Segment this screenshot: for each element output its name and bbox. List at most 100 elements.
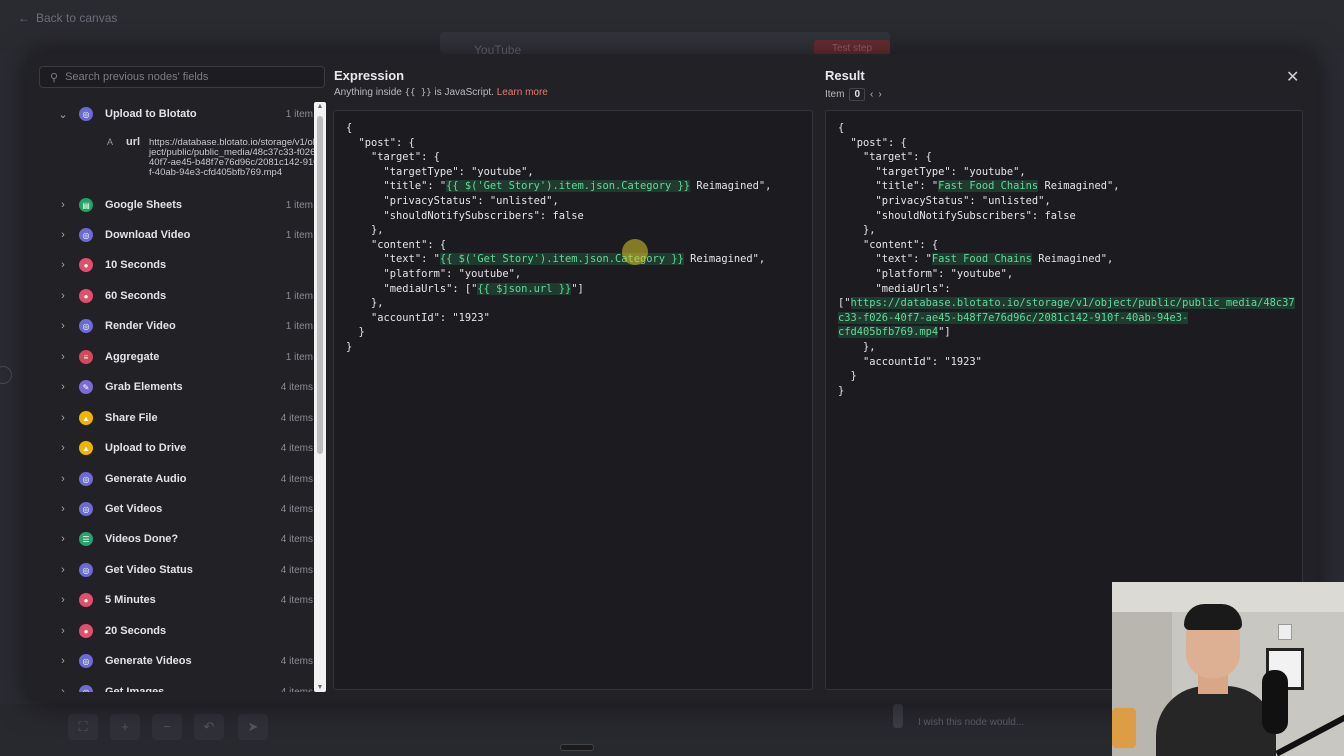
code-line: } — [346, 326, 365, 338]
chevron-right-icon[interactable]: › — [52, 594, 74, 606]
chevron-right-icon[interactable]: › — [52, 473, 74, 485]
search-input[interactable]: Search previous nodes' fields — [65, 71, 208, 83]
node-item-videos-done[interactable]: › ☰ Videos Done? 4 items — [39, 527, 315, 551]
node-name: Get Video Status — [105, 564, 193, 576]
chevron-right-icon[interactable]: › — [52, 625, 74, 637]
chevron-right-icon[interactable]: › — [52, 655, 74, 667]
chevron-right-icon[interactable]: › — [878, 89, 881, 100]
chevron-right-icon[interactable]: › — [52, 351, 74, 363]
node-item-10-seconds[interactable]: › ● 10 Seconds — [39, 253, 315, 277]
code-text: "accountId": "1923" — [346, 311, 490, 324]
chevron-right-icon[interactable]: › — [52, 381, 74, 393]
javascript-hint: Anything inside {{ }} is JavaScript. Lea… — [334, 87, 548, 98]
expression-token: cfd405bfb769.mp4 — [838, 326, 939, 339]
node-item-count: 4 items — [280, 533, 313, 545]
code-text: "shouldNotifySubscribers": false — [838, 209, 1076, 222]
chevron-right-icon[interactable]: › — [52, 290, 74, 302]
feedback-input[interactable]: I wish this node would... — [918, 717, 1024, 728]
code-text: "accountId": "1923" — [838, 355, 982, 368]
item-index-input[interactable]: 0 — [849, 88, 866, 101]
webcam-lamp — [1112, 708, 1136, 748]
code-line: cfd405bfb769.mp4"] — [838, 326, 951, 339]
microphone-icon — [1262, 670, 1288, 734]
node-item-google-sheets[interactable]: › ▤ Google Sheets 1 item — [39, 193, 315, 217]
node-item-render-video[interactable]: › ◎ Render Video 1 item — [39, 314, 315, 338]
pointer-icon[interactable]: ➤ — [238, 714, 268, 740]
zoom-out-icon[interactable]: − — [152, 714, 182, 740]
code-text: "title": " — [346, 180, 447, 193]
code-text: }, — [838, 224, 876, 237]
node-name: Share File — [105, 412, 158, 424]
expression-code[interactable]: { "post": { "target": { "targetType": "y… — [334, 111, 812, 355]
chevron-right-icon[interactable]: › — [52, 686, 74, 692]
scrollbar-thumb[interactable] — [317, 116, 323, 454]
code-text: [" — [838, 297, 851, 310]
code-text: "content": { — [838, 238, 939, 251]
chevron-right-icon[interactable]: › — [52, 229, 74, 241]
node-item-count: 4 items — [280, 412, 313, 424]
code-line: "shouldNotifySubscribers": false — [346, 210, 584, 222]
chevron-right-icon[interactable]: › — [52, 442, 74, 454]
chevron-right-icon[interactable]: › — [52, 503, 74, 515]
aggregate-icon: ≡ — [79, 350, 93, 364]
scroll-down-icon[interactable]: ▼ — [314, 684, 326, 691]
node-item-aggregate[interactable]: › ≡ Aggregate 1 item — [39, 345, 315, 369]
chevron-right-icon[interactable]: › — [52, 199, 74, 211]
chevron-right-icon[interactable]: › — [52, 533, 74, 545]
string-type-icon: A — [107, 137, 114, 147]
node-name: Grab Elements — [105, 381, 183, 393]
node-item-grab-elements[interactable]: › ✎ Grab Elements 4 items — [39, 375, 315, 399]
code-text: Reimagined", — [1031, 253, 1114, 266]
code-line: "privacyStatus": "unlisted", — [346, 195, 559, 207]
node-item-20-seconds[interactable]: › ● 20 Seconds — [39, 619, 315, 643]
chevron-right-icon[interactable]: › — [52, 412, 74, 424]
home-indicator — [560, 744, 594, 751]
node-item-share-file[interactable]: › ▲ Share File 4 items — [39, 406, 315, 430]
node-item-get-video-status[interactable]: › ◎ Get Video Status 4 items — [39, 558, 315, 582]
arrow-left-icon: ← — [18, 11, 30, 25]
node-item-upload-to-drive[interactable]: › ▲ Upload to Drive 4 items — [39, 436, 315, 460]
node-item-60-seconds[interactable]: › ● 60 Seconds 1 item — [39, 284, 315, 308]
chevron-right-icon[interactable]: › — [52, 259, 74, 271]
close-icon[interactable]: ✕ — [1286, 67, 1299, 87]
code-text: "privacyStatus": "unlisted", — [346, 194, 559, 207]
node-item-download-video[interactable]: › ◎ Download Video 1 item — [39, 223, 315, 247]
drive-icon: ▲ — [79, 441, 93, 455]
chevron-right-icon[interactable]: › — [52, 320, 74, 332]
node-item-get-images[interactable]: › ◎ Get Images 4 items — [39, 680, 315, 692]
fit-view-icon[interactable]: ⛶ — [68, 714, 98, 740]
zoom-in-icon[interactable]: + — [110, 714, 140, 740]
node-item-get-videos[interactable]: › ◎ Get Videos 4 items — [39, 497, 315, 521]
chevron-down-icon[interactable]: ⌄ — [52, 108, 74, 121]
learn-more-link[interactable]: Learn more — [497, 87, 548, 98]
code-line: "content": { — [346, 239, 446, 251]
scroll-up-icon[interactable]: ▲ — [314, 103, 326, 110]
code-text: "text": " — [838, 253, 932, 266]
code-text: } — [346, 326, 365, 339]
chevron-left-icon[interactable]: ‹ — [870, 89, 873, 100]
node-name: Get Images — [105, 686, 165, 692]
node-name: 5 Minutes — [105, 594, 156, 606]
node-item-upload-to-blotato[interactable]: ⌄ ◎ Upload to Blotato 1 item — [39, 102, 315, 126]
node-fields-search[interactable]: ⚲ Search previous nodes' fields — [39, 66, 325, 88]
expression-editor[interactable]: { "post": { "target": { "targetType": "y… — [333, 110, 813, 690]
undo-icon[interactable]: ↶ — [194, 714, 224, 740]
chevron-right-icon[interactable]: › — [52, 564, 74, 576]
field-url[interactable]: Aurl https://database.blotato.io/storage/… — [89, 133, 315, 189]
node-item-5-minutes[interactable]: › ● 5 Minutes 4 items — [39, 588, 315, 612]
code-text: "] — [571, 282, 584, 295]
code-line: }, — [838, 341, 876, 353]
node-item-generate-videos[interactable]: › ◎ Generate Videos 4 items — [39, 649, 315, 673]
code-text: } — [838, 370, 857, 383]
node-item-count: 4 items — [280, 564, 313, 576]
code-line: }, — [346, 297, 384, 309]
node-list-scrollbar[interactable]: ▲ ▼ — [314, 102, 326, 692]
node-item-count: 1 item — [285, 199, 313, 211]
back-to-canvas-link[interactable]: ← Back to canvas — [18, 11, 117, 25]
globe-icon: ◎ — [79, 654, 93, 668]
hint-braces: {{ }} — [404, 88, 432, 98]
node-item-count: 1 item — [285, 351, 313, 363]
node-item-generate-audio[interactable]: › ◎ Generate Audio 4 items — [39, 467, 315, 491]
node-name: Google Sheets — [105, 199, 183, 211]
code-text: "shouldNotifySubscribers": false — [346, 209, 584, 222]
